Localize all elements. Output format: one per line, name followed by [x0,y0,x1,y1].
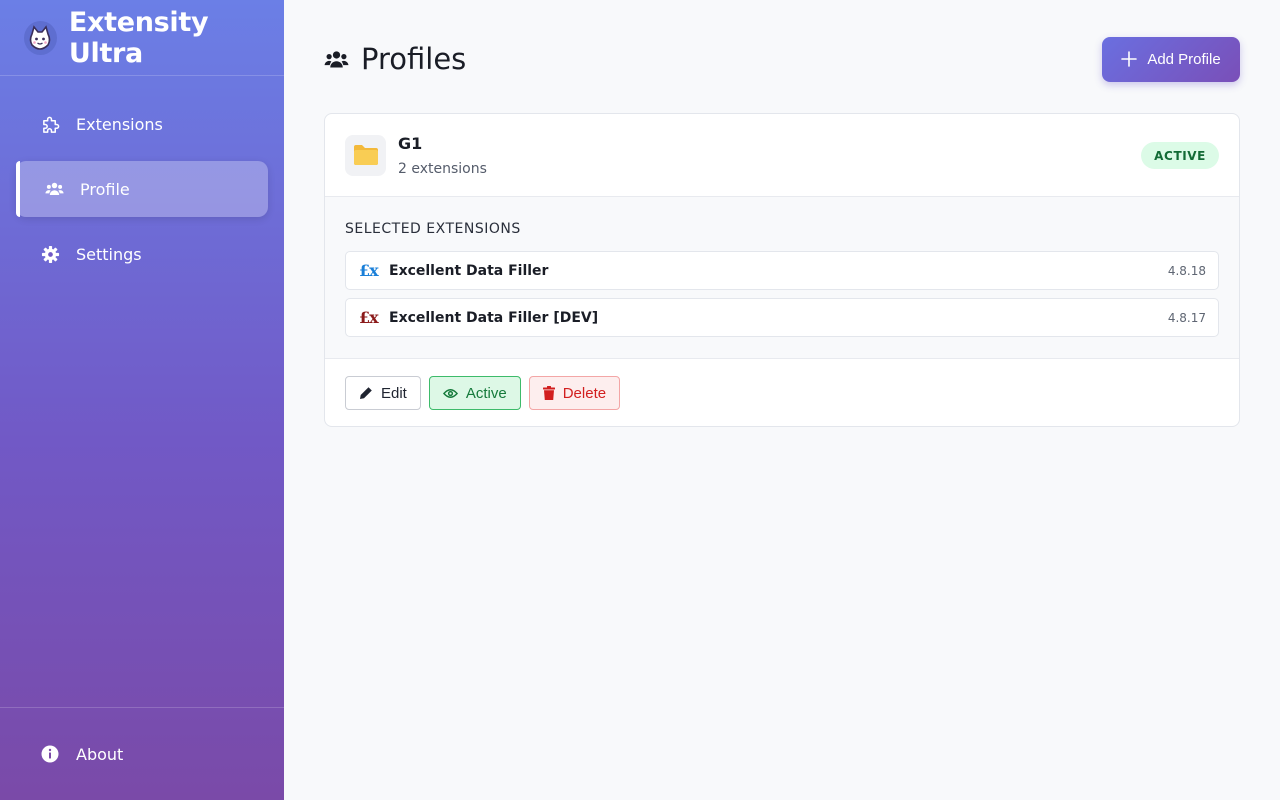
profile-extension-count: 2 extensions [398,160,487,177]
profile-info: G1 2 extensions [398,134,487,177]
sidebar-item-label: Settings [76,244,142,264]
extension-name: Excellent Data Filler [DEV] [389,309,599,326]
selected-extensions-section: SELECTED EXTENSIONS £x Excellent Data Fi… [325,197,1239,359]
profile-card-header[interactable]: G1 2 extensions ACTIVE [325,114,1239,197]
active-label: Active [465,384,507,402]
edit-button[interactable]: Edit [345,376,421,410]
sidebar-item-profile[interactable]: Profile [16,161,268,217]
extension-name: Excellent Data Filler [389,262,549,279]
list-item: £x Excellent Data Filler 4.8.18 [345,251,1219,290]
profile-card: G1 2 extensions ACTIVE SELECTED EXTENSIO… [324,113,1240,427]
add-profile-label: Add Profile [1147,50,1221,68]
sidebar-item-about[interactable]: About [0,707,284,800]
page-header: Profiles Add Profile [324,36,1240,82]
puzzle-icon [40,115,60,134]
extension-version: 4.8.18 [1167,263,1206,278]
cat-logo-icon [24,20,57,55]
info-icon [40,745,60,763]
active-toggle-button[interactable]: Active [428,376,521,410]
trash-icon [542,386,555,400]
sidebar-item-label: About [76,744,124,764]
add-profile-button[interactable]: Add Profile [1102,36,1240,82]
app-title: Extensity Ultra [68,6,209,69]
main-content: Profiles Add Profile G1 2 extensions ACT… [284,0,1280,800]
section-title: SELECTED EXTENSIONS [345,221,521,237]
gear-icon [40,245,60,264]
edit-label: Edit [381,384,407,402]
page-title: Profiles [361,42,467,76]
extension-icon: £x [359,308,379,327]
users-icon [324,49,349,70]
users-icon [44,181,64,197]
eye-icon [442,388,458,399]
sidebar: Extensity Ultra Extensions Profile Setti… [0,0,284,800]
sidebar-item-label: Profile [80,179,130,199]
delete-button[interactable]: Delete [528,376,621,410]
profile-actions: Edit Active Delete [325,359,1239,426]
delete-label: Delete [562,384,607,402]
page-title-group: Profiles [324,42,466,76]
extension-icon: £x [359,261,379,280]
extension-version: 4.8.17 [1167,310,1206,325]
folder-icon [345,134,386,176]
sidebar-item-settings[interactable]: Settings [16,226,268,282]
brand: Extensity Ultra [0,0,284,76]
plus-icon [1121,51,1138,67]
sidebar-nav: Extensions Profile Settings [0,76,284,282]
profile-name: G1 [398,133,423,153]
pencil-icon [359,386,373,400]
sidebar-item-extensions[interactable]: Extensions [16,96,268,152]
sidebar-item-label: Extensions [76,114,163,134]
list-item: £x Excellent Data Filler [DEV] 4.8.17 [345,298,1219,337]
status-badge: ACTIVE [1141,142,1219,169]
